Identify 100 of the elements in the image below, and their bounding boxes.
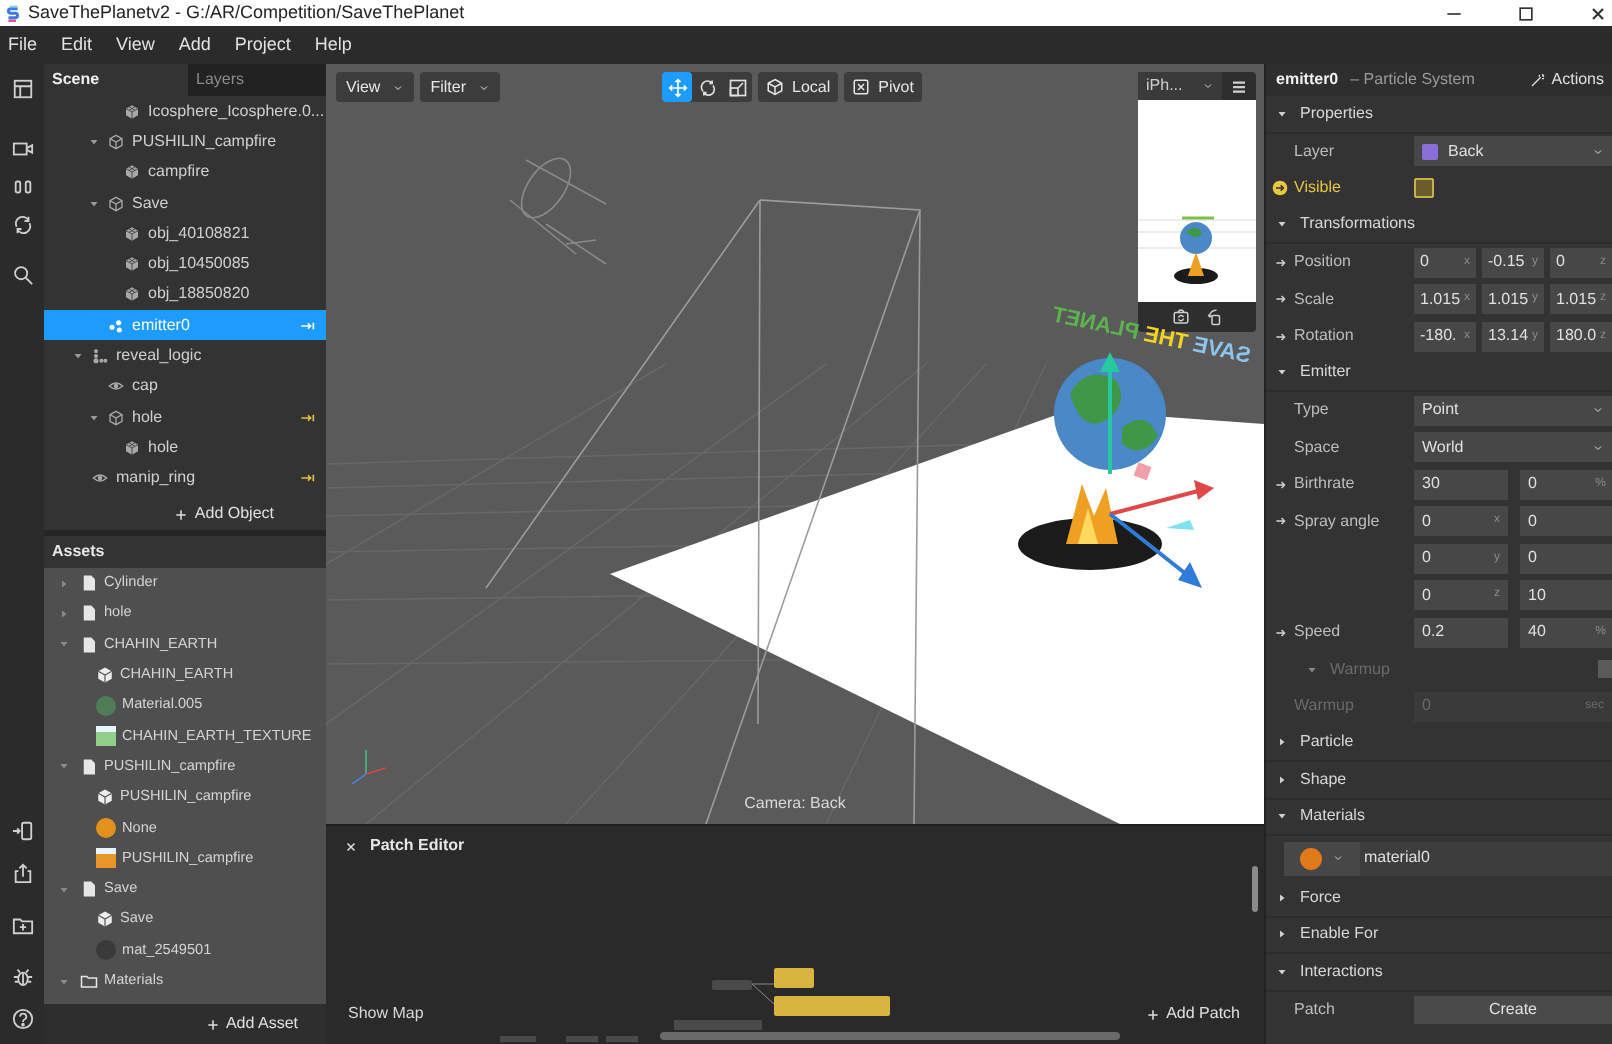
tree-item-label[interactable]: PUSHILIN_campfire xyxy=(132,129,326,154)
tree-row[interactable]: PUSHILIN_campfire xyxy=(44,126,326,158)
tree-row[interactable]: manip_ring xyxy=(44,463,326,494)
collapsed-caret-icon[interactable] xyxy=(1276,736,1288,749)
tree-row[interactable]: obj_10450085 xyxy=(44,248,326,280)
panel-tab[interactable]: Layers xyxy=(188,64,326,96)
tree-row[interactable]: hole xyxy=(44,401,326,433)
tree-item-label[interactable]: manip_ring xyxy=(116,466,300,491)
tree-row[interactable]: obj_40108821 xyxy=(44,218,326,249)
menu-icon[interactable] xyxy=(1230,77,1248,95)
section-header[interactable]: Properties xyxy=(1300,101,1373,126)
section-header[interactable]: Particle xyxy=(1300,730,1354,755)
section-header[interactable]: Materials xyxy=(1300,804,1365,829)
device-arrow-icon[interactable] xyxy=(11,820,33,842)
camera-switch-icon[interactable] xyxy=(1171,308,1189,326)
bug-icon[interactable] xyxy=(11,966,33,988)
video-camera-icon[interactable] xyxy=(11,138,33,160)
scrollbar-thumb[interactable] xyxy=(1252,866,1258,912)
dropdown[interactable]: Back xyxy=(1414,136,1612,167)
patch-node[interactable] xyxy=(566,1036,598,1042)
show-map-button[interactable]: Show Map xyxy=(348,1002,424,1026)
create-patch-button[interactable]: Create xyxy=(1414,995,1612,1024)
actions-button[interactable]: Actions xyxy=(1529,68,1604,92)
patch-arrow-icon[interactable] xyxy=(1273,329,1287,344)
patch-linked-icon[interactable] xyxy=(1272,180,1288,197)
tree-item-label[interactable]: reveal_logic xyxy=(116,344,326,369)
expanded-caret-icon[interactable] xyxy=(88,197,100,210)
expanded-caret-icon[interactable] xyxy=(1276,218,1288,231)
tree-row[interactable]: cap xyxy=(44,371,326,402)
tree-item-label[interactable]: Icosphere_Icosphere.0... xyxy=(148,99,326,124)
patch-arrow-icon[interactable] xyxy=(1273,514,1287,529)
layout-icon[interactable] xyxy=(11,78,33,100)
tree-row[interactable]: hole xyxy=(44,432,326,464)
menu-item[interactable]: Edit xyxy=(61,31,93,59)
expanded-caret-icon[interactable] xyxy=(1276,810,1288,823)
menu-item[interactable]: View xyxy=(116,31,155,59)
patch-node[interactable] xyxy=(774,968,814,988)
device-dropdown[interactable]: iPh... xyxy=(1138,72,1222,100)
section-header[interactable]: Shape xyxy=(1300,767,1347,792)
expanded-caret-icon[interactable] xyxy=(1276,965,1288,978)
patch-arrow-icon[interactable] xyxy=(1273,625,1287,640)
tree-item-label[interactable]: hole xyxy=(132,405,300,430)
tree-row[interactable]: Icosphere_Icosphere.0... xyxy=(44,96,326,127)
material-picker[interactable] xyxy=(1284,841,1360,875)
menu-item[interactable]: Project xyxy=(234,31,291,59)
expanded-caret-icon[interactable] xyxy=(1276,366,1288,379)
input-field[interactable]: 30 xyxy=(1414,469,1508,500)
pause-bars-icon[interactable] xyxy=(11,176,33,198)
tree-item-label[interactable]: obj_10450085 xyxy=(148,252,326,277)
tree-row[interactable]: reveal_logic xyxy=(44,340,326,372)
section-header[interactable]: Interactions xyxy=(1300,959,1383,984)
move-tool-button[interactable] xyxy=(662,72,692,102)
tree-item-label[interactable]: obj_40108821 xyxy=(148,221,326,246)
sync-icon[interactable] xyxy=(11,214,33,236)
tree-row[interactable]: Save xyxy=(44,187,326,219)
share-icon[interactable] xyxy=(11,862,33,884)
tree-item-label[interactable]: cap xyxy=(132,374,326,399)
search-icon[interactable] xyxy=(11,264,33,286)
patch-node[interactable] xyxy=(712,980,752,990)
menu-item[interactable]: File xyxy=(8,31,38,59)
dropdown[interactable]: World xyxy=(1414,432,1612,463)
patch-node[interactable] xyxy=(606,1036,638,1042)
menu-item[interactable]: Help xyxy=(314,31,352,59)
expanded-caret-icon[interactable] xyxy=(88,135,100,148)
link-arrow-icon[interactable] xyxy=(300,409,316,426)
patch-arrow-icon[interactable] xyxy=(1273,292,1287,307)
expanded-caret-icon[interactable] xyxy=(1276,107,1288,120)
input-field[interactable]: 0.2 xyxy=(1414,617,1508,648)
expanded-caret-icon[interactable] xyxy=(72,350,84,363)
input-field[interactable]: 0 xyxy=(1520,543,1612,574)
local-space-button[interactable]: Local xyxy=(758,72,839,102)
patch-node[interactable] xyxy=(674,1020,762,1030)
help-icon[interactable] xyxy=(11,1008,33,1030)
tree-row[interactable]: campfire xyxy=(44,157,326,188)
material-name-field[interactable]: material0 xyxy=(1360,841,1612,875)
section-header[interactable]: Emitter xyxy=(1300,360,1351,385)
collapsed-caret-icon[interactable] xyxy=(1276,773,1288,786)
collapsed-caret-icon[interactable] xyxy=(1276,891,1288,904)
section-header[interactable]: Force xyxy=(1300,885,1341,910)
tree-item-label[interactable]: hole xyxy=(148,435,326,460)
close-icon[interactable] xyxy=(1588,3,1608,23)
patch-node[interactable] xyxy=(774,996,890,1016)
tree-item-label[interactable]: campfire xyxy=(148,160,326,185)
input-field[interactable]: 0 xyxy=(1520,506,1612,537)
menu-item[interactable]: Add xyxy=(178,31,211,59)
tree-row[interactable]: obj_18850820 xyxy=(44,279,326,311)
patch-node[interactable] xyxy=(500,1036,536,1042)
section-header[interactable]: Enable For xyxy=(1300,922,1379,947)
dropdown[interactable]: Point xyxy=(1414,395,1612,426)
maximize-icon[interactable] xyxy=(1516,3,1536,23)
filter-dropdown[interactable]: Filter xyxy=(420,72,500,102)
horizontal-scrollbar[interactable] xyxy=(660,1032,1120,1040)
tree-item-label[interactable]: obj_18850820 xyxy=(148,282,326,307)
pivot-button[interactable]: Pivot xyxy=(844,72,922,102)
add-object-button[interactable]: Add Object xyxy=(44,498,326,530)
link-arrow-icon[interactable] xyxy=(300,470,316,487)
patch-arrow-icon[interactable] xyxy=(1273,477,1287,492)
expanded-caret-icon[interactable] xyxy=(88,411,100,424)
folder-add-icon[interactable] xyxy=(11,914,33,936)
section-header[interactable]: Transformations xyxy=(1300,212,1415,237)
